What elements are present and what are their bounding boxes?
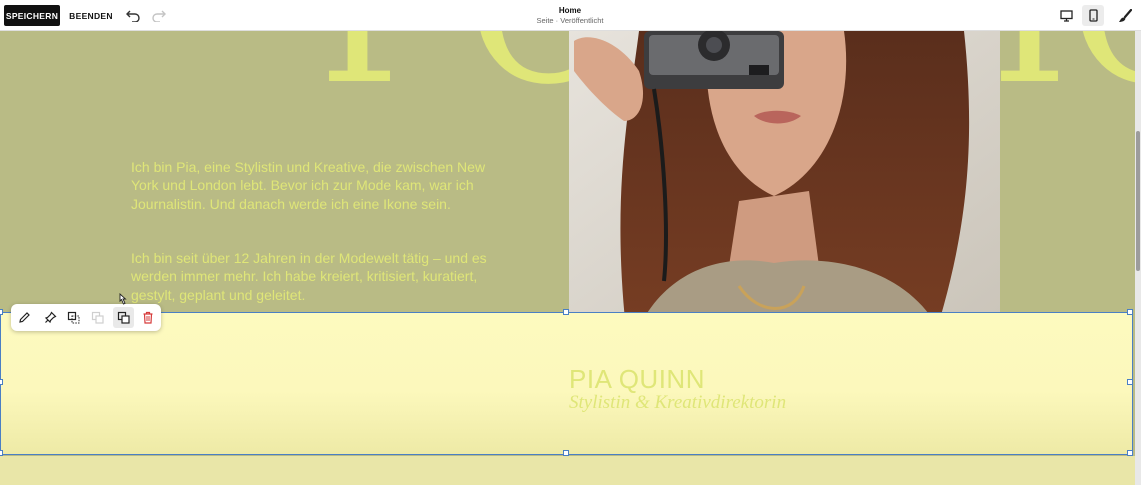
bio-paragraph-1[interactable]: Ich bin Pia, eine Stylistin und Kreative… bbox=[131, 158, 491, 213]
resize-handle-top-left[interactable] bbox=[0, 309, 3, 315]
redo-icon[interactable] bbox=[148, 5, 170, 26]
exit-button[interactable]: BEENDEN bbox=[66, 5, 116, 26]
page-scrollbar[interactable] bbox=[1135, 31, 1141, 485]
undo-icon[interactable] bbox=[122, 5, 144, 26]
resize-handle-top-right[interactable] bbox=[1127, 309, 1133, 315]
resize-handle-left[interactable] bbox=[0, 379, 3, 385]
page-canvas: POR IO I bbox=[0, 31, 1141, 485]
mobile-view-icon[interactable] bbox=[1082, 5, 1104, 26]
scrollbar-thumb[interactable] bbox=[1136, 131, 1140, 271]
resize-handle-top[interactable] bbox=[563, 309, 569, 315]
desktop-view-icon[interactable] bbox=[1055, 5, 1077, 26]
resize-handle-right[interactable] bbox=[1127, 379, 1133, 385]
mouse-cursor-icon bbox=[117, 292, 128, 311]
design-brush-icon[interactable] bbox=[1114, 5, 1136, 26]
page-title[interactable]: Home bbox=[470, 6, 670, 15]
trash-icon[interactable] bbox=[137, 307, 158, 328]
copy-disabled-icon bbox=[87, 307, 108, 328]
profile-role[interactable]: Stylistin & Kreativdirektorin bbox=[569, 392, 786, 414]
pencil-icon[interactable] bbox=[14, 307, 35, 328]
bio-paragraph-2[interactable]: Ich bin seit über 12 Jahren in der Modew… bbox=[131, 249, 491, 304]
page-status: Seite · Veröffentlicht bbox=[536, 16, 604, 25]
profile-name[interactable]: PIA QUINN bbox=[569, 364, 705, 395]
lower-section bbox=[0, 456, 1141, 485]
block-toolbar bbox=[11, 304, 161, 331]
save-button[interactable]: SPEICHERN bbox=[4, 5, 60, 26]
pin-icon[interactable] bbox=[40, 307, 61, 328]
editor-topbar: SPEICHERN BEENDEN Home Seite · Veröffent… bbox=[0, 0, 1141, 31]
hero-heading-right: IO bbox=[990, 31, 1141, 113]
duplicate-icon[interactable] bbox=[63, 307, 84, 328]
selected-block[interactable] bbox=[0, 309, 1133, 456]
portrait-image[interactable] bbox=[569, 31, 1000, 355]
